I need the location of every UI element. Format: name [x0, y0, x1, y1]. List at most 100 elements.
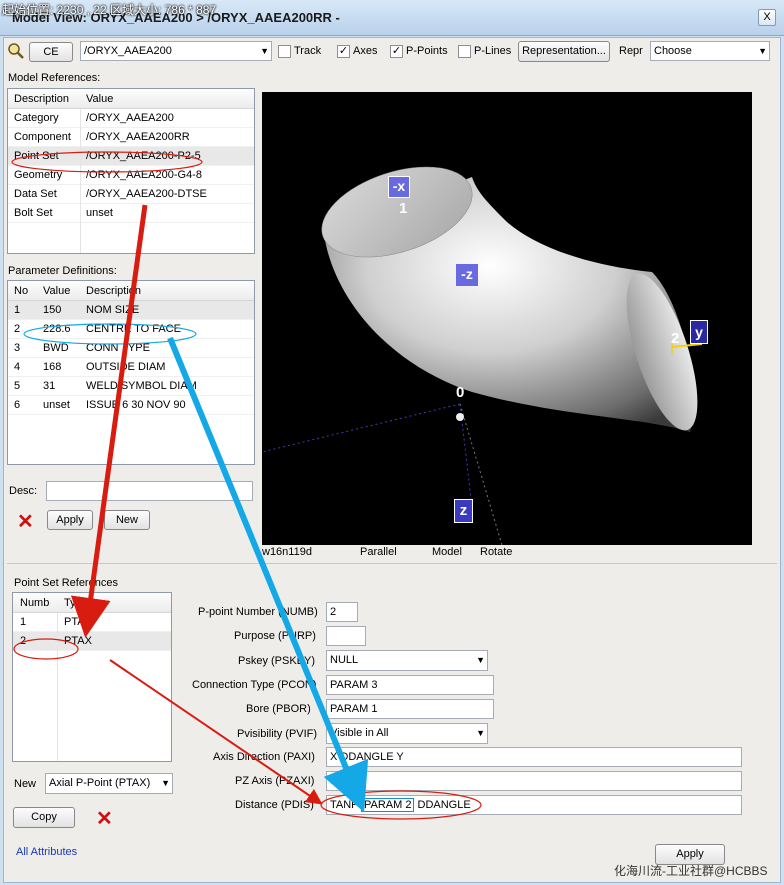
table-row[interactable]: 2 PTAX: [13, 632, 171, 651]
pcon-label: Connection Type (PCON): [192, 679, 317, 691]
track-label: Track: [294, 45, 322, 57]
value-cell: unset: [43, 399, 70, 411]
numb-input[interactable]: 2: [326, 602, 358, 622]
description-cell: CENTRE TO FACE: [86, 323, 181, 335]
no-cell: 4: [14, 361, 21, 373]
column-header[interactable]: Type: [64, 597, 88, 609]
table-row[interactable]: Point Set/ORYX_AAEA200-P2-5: [8, 147, 254, 166]
table-row[interactable]: 2 228.6 CENTRE TO FACE: [8, 320, 254, 339]
value-cell: 228.6: [43, 323, 71, 335]
pdis-value-part-selected: PARAM 2: [360, 798, 415, 812]
no-cell: 3: [14, 342, 21, 354]
column-header[interactable]: Value: [43, 285, 70, 297]
elbow-model-graphic: [261, 166, 703, 546]
value-cell: /ORYX_AAEA200: [86, 112, 174, 124]
pcon-input[interactable]: PARAM 3: [326, 675, 494, 695]
value-cell: /ORYX_AAEA200-DTSE: [86, 188, 207, 200]
pvif-combo[interactable]: Visible in All ▼: [326, 723, 488, 744]
pskey-label: Pskey (PSKEY): [238, 655, 316, 667]
column-header[interactable]: Description: [86, 285, 141, 297]
column-header[interactable]: Description: [14, 93, 69, 105]
table-row[interactable]: Bolt Set unset: [8, 204, 254, 223]
table-row[interactable]: 4 168 OUTSIDE DIAM: [8, 358, 254, 377]
viewport-size-status: w16n119d: [262, 546, 312, 558]
purp-label: Purpose (PURP): [234, 630, 316, 642]
ppoint-0-label: 0: [456, 384, 465, 401]
pdis-input[interactable]: TANF PARAM 2 DDANGLE: [326, 795, 742, 815]
viewport-action-status[interactable]: Rotate: [480, 546, 512, 558]
column-header[interactable]: Value: [86, 93, 113, 105]
table-row[interactable]: 3 BWD CONN TYPE: [8, 339, 254, 358]
pdis-value-part: TANF: [330, 799, 358, 811]
plines-checkbox[interactable]: [458, 45, 471, 58]
table-row[interactable]: 1 PTAX: [13, 613, 171, 632]
table-row[interactable]: 6 unset ISSUE 6 30 NOV 90: [8, 396, 254, 415]
3d-viewport[interactable]: -x -z z y 0 1 2: [261, 92, 752, 546]
ppoints-checkbox[interactable]: ✓: [390, 45, 403, 58]
column-divider: [80, 109, 81, 253]
type-cell: PTAX: [64, 616, 92, 628]
chevron-down-icon: ▼: [476, 655, 485, 665]
pvif-label: Pvisibility (PVIF): [237, 728, 318, 740]
numb-cell: 1: [20, 616, 27, 628]
table-row[interactable]: Geometry/ORYX_AAEA200-G4-8: [8, 166, 254, 185]
column-header[interactable]: Numb: [20, 597, 49, 609]
representation-button[interactable]: Representation...: [518, 41, 610, 62]
pskey-combo[interactable]: NULL ▼: [326, 650, 488, 671]
description-cell: NOM SIZE: [86, 304, 140, 316]
track-checkbox[interactable]: [278, 45, 291, 58]
viewport-mode-status[interactable]: Model: [432, 546, 462, 558]
description-cell: WELD SYMBOL DIAM: [86, 380, 197, 392]
axes-checkbox[interactable]: ✓: [337, 45, 350, 58]
purp-input[interactable]: [326, 626, 366, 646]
pzaxi-input[interactable]: unset: [326, 771, 742, 791]
table-row[interactable]: Data Set/ORYX_AAEA200-DTSE: [8, 185, 254, 204]
search-tool-icon[interactable]: [7, 42, 25, 60]
element-combo[interactable]: /ORYX_AAEA200 ▼: [80, 41, 272, 61]
apply-desc-button[interactable]: Apply: [47, 510, 93, 530]
copy-button[interactable]: Copy: [13, 807, 75, 828]
model-references-title: Model References:: [8, 72, 101, 84]
model-references-table: Description Value Category/ORYX_AAEA200 C…: [7, 88, 255, 254]
no-cell: 2: [14, 323, 21, 335]
value-cell: BWD: [43, 342, 69, 354]
desc-input[interactable]: [46, 481, 253, 501]
table-row[interactable]: Category/ORYX_AAEA200: [8, 109, 254, 128]
chevron-down-icon: ▼: [260, 46, 269, 56]
plines-label: P-Lines: [474, 45, 512, 57]
all-attributes-link[interactable]: All Attributes: [16, 846, 77, 858]
section-divider: [7, 563, 777, 564]
close-button[interactable]: X: [758, 9, 776, 26]
description-cell: OUTSIDE DIAM: [86, 361, 166, 373]
pbor-label: Bore (PBOR): [246, 703, 311, 715]
new-type-label: New: [14, 778, 37, 790]
table-row[interactable]: 1 150 NOM SIZE: [8, 301, 254, 320]
column-header[interactable]: No: [14, 285, 28, 297]
table-row[interactable]: 5 31 WELD SYMBOL DIAM: [8, 377, 254, 396]
chevron-down-icon: ▼: [476, 728, 485, 738]
pdis-value-part: DDANGLE: [417, 799, 471, 811]
paxi-input[interactable]: X DDANGLE Y: [326, 747, 742, 767]
value-cell: /ORYX_AAEA200RR: [86, 131, 190, 143]
desc-label: Desc:: [9, 485, 38, 497]
repr-combo[interactable]: Choose ▼: [650, 41, 770, 61]
delete-ppoint-icon[interactable]: ✕: [96, 806, 113, 831]
ce-button[interactable]: CE: [29, 42, 73, 62]
z-axis-label: z: [454, 499, 473, 523]
column-divider: [57, 613, 58, 761]
new-ppoint-type-combo[interactable]: Axial P-Point (PTAX) ▼: [45, 773, 173, 794]
new-desc-button[interactable]: New: [104, 510, 150, 530]
numb-cell: 2: [20, 635, 27, 647]
axes-label: Axes: [353, 45, 378, 57]
table-row[interactable]: Component/ORYX_AAEA200RR: [8, 128, 254, 147]
pbor-input[interactable]: PARAM 1: [326, 699, 494, 719]
description-cell: ISSUE 6 30 NOV 90: [86, 399, 186, 411]
viewport-projection-status[interactable]: Parallel: [360, 546, 397, 558]
no-cell: 6: [14, 399, 21, 411]
chevron-down-icon: ▼: [161, 778, 170, 788]
delete-icon[interactable]: ✕: [17, 509, 34, 534]
table-header: Description Value: [8, 89, 254, 109]
value-cell: 31: [43, 380, 56, 392]
watermark: 化海川流-工业社群@HCBBS: [614, 864, 768, 878]
ppoint-2-label: 2: [671, 330, 680, 347]
